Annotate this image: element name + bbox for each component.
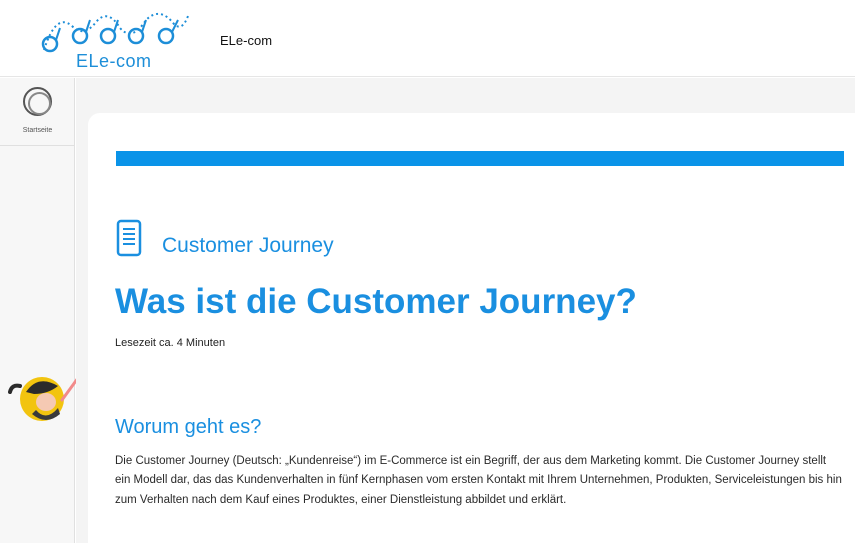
sidebar: Startseite	[0, 78, 80, 543]
home-ring-icon	[23, 87, 52, 116]
app-title: ELe-com	[220, 33, 273, 48]
sidebar-item-label: Startseite	[22, 127, 53, 134]
page-title: Was ist die Customer Journey?	[115, 282, 637, 321]
section-heading: Worum geht es?	[115, 416, 262, 438]
document-icon	[116, 219, 142, 257]
intro-paragraph: Die Customer Journey (Deutsch: „Kundenre…	[115, 455, 842, 506]
logo-text: ELe-com	[76, 51, 152, 71]
top-bar: ELe-com ELe-com	[0, 0, 855, 77]
reading-time: Lesezeit ca. 4 Minuten	[115, 337, 226, 349]
section-label: Customer Journey	[162, 234, 334, 257]
sidebar-item-startseite[interactable]: Startseite	[0, 78, 75, 146]
progress-bar	[116, 151, 844, 166]
